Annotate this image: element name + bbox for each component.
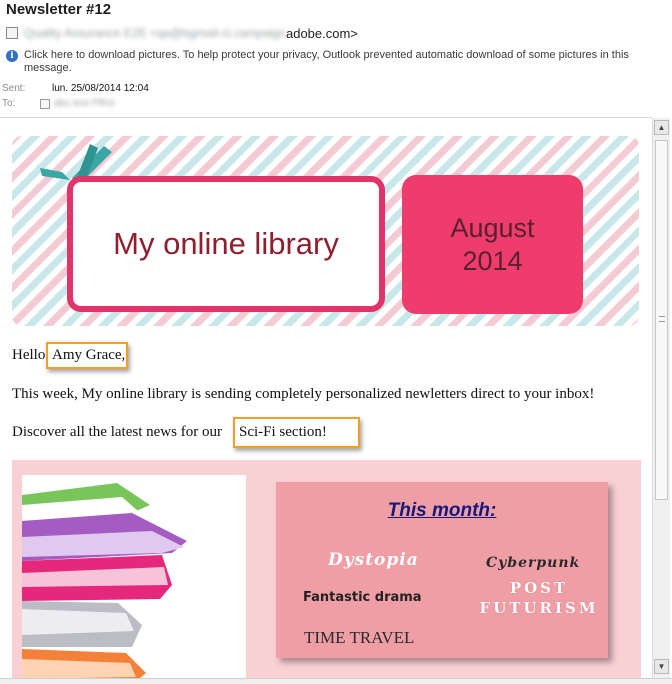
info-icon: i (6, 50, 18, 62)
intro-line: This week, My online library is sending … (12, 386, 595, 402)
section-name: Sci-Fi section! (239, 424, 327, 440)
sent-value: lun. 25/08/2014 12:04 (52, 83, 149, 94)
genre-dystopia: Dystopia (328, 550, 419, 570)
recipient-name-blurred[interactable]: abc.test Plfrst (54, 98, 115, 109)
genre-fantastic-drama: Fantastic drama (303, 590, 422, 605)
genre-time-travel: TIME TRAVEL (304, 628, 415, 647)
to-row: To: abc.test Plfrst (2, 98, 115, 109)
genre-post-futurism-line1: POST (509, 579, 569, 597)
genre-post-futurism-line2: FUTURISM (479, 599, 599, 617)
book-stack-image (22, 475, 246, 678)
from-row: Quality Assurance E2E <qa@bgmail-ci.camp… (6, 24, 358, 42)
recipient-checkbox[interactable] (40, 98, 50, 109)
recipient-name: Amy Grace, (52, 347, 126, 363)
sent-row: Sent: lun. 25/08/2014 12:04 (2, 83, 149, 94)
sender-domain[interactable]: adobe.com> (286, 26, 358, 41)
this-month-section: This month: Dystopia Cyberpunk Fantastic… (12, 460, 641, 678)
personalized-name-field[interactable]: Amy Grace, (46, 342, 128, 369)
book-stack-illustration (22, 483, 187, 678)
download-pictures-text[interactable]: Click here to download pictures. To help… (24, 49, 656, 75)
download-pictures-bar[interactable]: i Click here to download pictures. To he… (6, 49, 656, 75)
personalized-section-field[interactable]: Sci-Fi section! (233, 417, 360, 448)
greeting-line: Hello (12, 347, 45, 364)
scroll-down-button[interactable]: ▼ (654, 659, 669, 674)
issue-year: 2014 (462, 245, 523, 276)
genre-post-futurism: POST FUTURISM (464, 578, 614, 618)
newsletter-banner: My online library August 2014 (12, 136, 639, 326)
vertical-scrollbar[interactable]: ▲ ▼ (652, 118, 670, 678)
library-title: My online library (113, 226, 339, 261)
message-subject: Newsletter #12 (6, 1, 112, 18)
this-month-heading[interactable]: This month: (276, 500, 608, 522)
greeting-prefix: Hello (12, 347, 46, 363)
sender-name-blurred: Quality Assurance E2E <qa@bgmail-ci.camp… (24, 26, 286, 40)
sent-label: Sent: (2, 83, 26, 94)
genres-card: This month: Dystopia Cyberpunk Fantastic… (276, 482, 608, 658)
scrollbar-thumb[interactable] (655, 140, 668, 500)
sender-checkbox[interactable] (6, 27, 18, 39)
to-label: To: (2, 98, 16, 109)
discover-line: Discover all the latest news for our (12, 424, 222, 441)
message-body-pane[interactable]: My online library August 2014 Hello Amy … (0, 118, 652, 678)
library-title-card: My online library (67, 176, 385, 312)
scrollbar-grip-icon (659, 316, 665, 322)
horizontal-scroll-strip (0, 678, 672, 684)
discover-prefix: Discover all the latest news for our (12, 424, 222, 440)
genre-cyberpunk: Cyberpunk (486, 555, 581, 571)
scroll-up-button[interactable]: ▲ (654, 120, 669, 135)
issue-month: August (450, 212, 535, 243)
issue-date-card: August 2014 (402, 175, 583, 314)
